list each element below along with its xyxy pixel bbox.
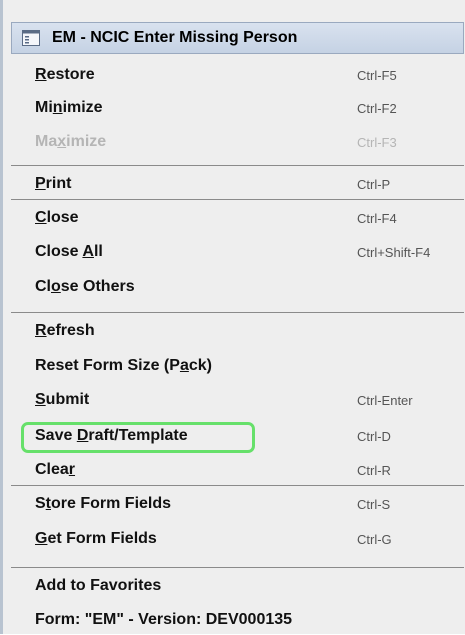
menu-item-label: Close Others: [35, 278, 135, 295]
menu-item-shortcut: Ctrl-G: [357, 531, 392, 547]
save-draft-highlight-outline: [21, 422, 255, 453]
menu-item-shortcut: Ctrl-P: [357, 176, 391, 192]
menu-header: EM - NCIC Enter Missing Person: [11, 22, 464, 54]
menu-item-shortcut: Ctrl-Enter: [357, 392, 413, 408]
separator: [11, 485, 464, 486]
menu-item-close[interactable]: Close Ctrl-F4: [17, 203, 457, 233]
menu-item-label: Add to Favorites: [35, 577, 162, 594]
menu-item-close-all[interactable]: Close All Ctrl+Shift-F4: [17, 237, 457, 267]
menu-item-label: Reset Form Size (Pack): [35, 357, 212, 374]
menu-item-label: Submit: [35, 391, 90, 408]
menu-item-minimize[interactable]: Minimize Ctrl-F2: [17, 93, 457, 123]
menu-item-close-others[interactable]: Close Others: [17, 272, 457, 302]
menu-item-label: Print: [35, 175, 72, 192]
window-context-menu: EM - NCIC Enter Missing Person Restore Ct…: [0, 0, 465, 634]
menu-item-clear[interactable]: Clear Ctrl-R: [17, 455, 457, 485]
menu-item-label: Clear: [35, 461, 76, 478]
window-menu-icon: [20, 27, 42, 49]
menu-item-shortcut: Ctrl-S: [357, 496, 391, 512]
menu-item-submit[interactable]: Submit Ctrl-Enter: [17, 385, 457, 415]
menu-item-refresh[interactable]: Refresh: [17, 316, 457, 346]
menu-item-shortcut: Ctrl-F2: [357, 100, 397, 116]
menu-item-label: Close All: [35, 243, 103, 260]
menu-item-add-to-favorites[interactable]: Add to Favorites: [17, 571, 457, 601]
menu-item-label: Form: "EM" - Version: DEV000135: [35, 611, 293, 628]
menu-item-restore[interactable]: Restore Ctrl-F5: [17, 60, 457, 90]
menu-item-label: Get Form Fields: [35, 530, 157, 547]
menu-item-get-form-fields[interactable]: Get Form Fields Ctrl-G: [17, 524, 457, 554]
menu-item-print[interactable]: Print Ctrl-P: [17, 169, 457, 199]
menu-item-shortcut: Ctrl-F5: [357, 67, 397, 83]
menu-item-maximize: Maximize Ctrl-F3: [17, 127, 457, 157]
menu-item-shortcut: Ctrl-F3: [357, 134, 397, 150]
separator: [11, 165, 464, 166]
menu-item-label: Minimize: [35, 99, 103, 116]
menu-item-label: Maximize: [35, 133, 107, 150]
menu-item-store-form-fields[interactable]: Store Form Fields Ctrl-S: [17, 489, 457, 519]
menu-title: EM - NCIC Enter Missing Person: [52, 29, 298, 46]
separator: [11, 312, 464, 313]
separator: [11, 567, 464, 568]
separator: [11, 199, 464, 200]
menu-item-label: Store Form Fields: [35, 495, 172, 512]
menu-item-form-version[interactable]: Form: "EM" - Version: DEV000135: [17, 605, 457, 635]
menu-item-shortcut: Ctrl-F4: [357, 210, 397, 226]
menu-item-label: Restore: [35, 66, 95, 83]
menu-item-label: Close: [35, 209, 79, 226]
menu-item-label: Refresh: [35, 322, 95, 339]
menu-item-shortcut: Ctrl+Shift-F4: [357, 244, 431, 260]
menu-item-shortcut: Ctrl-R: [357, 462, 391, 478]
menu-item-shortcut: Ctrl-D: [357, 428, 391, 444]
menu-item-reset-form-size[interactable]: Reset Form Size (Pack): [17, 351, 457, 381]
